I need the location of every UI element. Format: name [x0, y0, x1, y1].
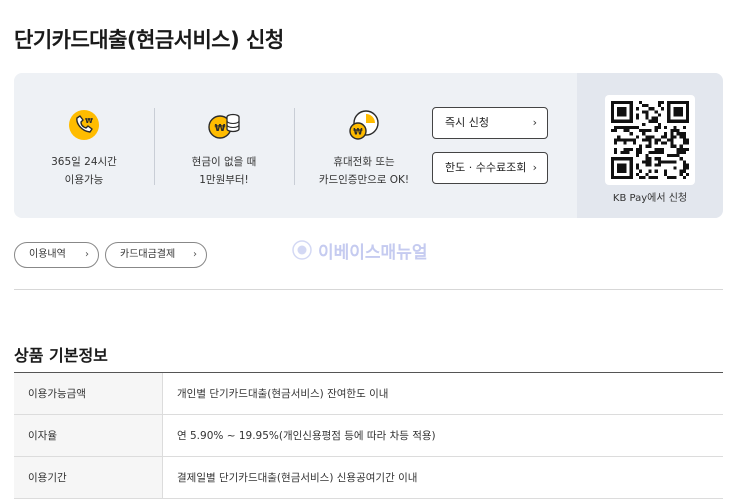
- row-label: 이자율: [14, 415, 163, 456]
- service-banner: ₩ 365일 24시간 이용가능 ₩ 현금이 없을 때 1만원부터! ₩ 휴대전…: [14, 73, 723, 218]
- feature-auth: ₩ 휴대전화 또는 카드인증만으로 OK!: [294, 73, 434, 218]
- product-info-table: 이용가능금액 개인별 단기카드대출(현금서비스) 잔여한도 이내 이자율 연 5…: [14, 372, 723, 499]
- qr-panel: KB Pay에서 신청: [577, 73, 723, 218]
- card-payment-link[interactable]: 카드대금결제 ›: [105, 242, 207, 268]
- chevron-right-icon: ›: [532, 116, 537, 129]
- table-row: 이자율 연 5.90% ~ 19.95%(개인신용평점 등에 따라 차등 적용): [14, 415, 723, 457]
- page-title: 단기카드대출(현금서비스) 신청: [14, 28, 284, 52]
- qr-code: [605, 95, 695, 185]
- svg-text:₩: ₩: [353, 128, 363, 138]
- row-value: 개인별 단기카드대출(현금서비스) 잔여한도 이내: [177, 388, 389, 400]
- watermark-logo-icon: [292, 240, 312, 260]
- feature-cash: ₩ 현금이 없을 때 1만원부터!: [154, 73, 294, 218]
- watermark: 이베이스매뉴얼: [292, 238, 427, 263]
- row-value: 연 5.90% ~ 19.95%(개인신용평점 등에 따라 차등 적용): [177, 430, 436, 442]
- clock-won-icon: ₩: [349, 110, 379, 140]
- limit-fee-inquiry-button[interactable]: 한도 · 수수료조회 ›: [432, 152, 548, 184]
- table-row: 이용기간 결제일별 단기카드대출(현금서비스) 신용공여기간 이내: [14, 457, 723, 499]
- usage-history-link[interactable]: 이용내역 ›: [14, 242, 99, 268]
- coins-won-icon: ₩: [208, 113, 240, 139]
- svg-text:₩: ₩: [85, 117, 93, 125]
- chevron-right-icon: ›: [193, 249, 197, 260]
- row-label: 이용가능금액: [14, 373, 163, 414]
- table-row: 이용가능금액 개인별 단기카드대출(현금서비스) 잔여한도 이내: [14, 373, 723, 415]
- section-divider: [14, 289, 723, 290]
- row-value: 결제일별 단기카드대출(현금서비스) 신용공여기간 이내: [177, 472, 418, 484]
- svg-text:₩: ₩: [214, 123, 225, 134]
- feature-24h: ₩ 365일 24시간 이용가능: [14, 73, 154, 218]
- section-title: 상품 기본정보: [14, 346, 108, 365]
- apply-now-button[interactable]: 즉시 신청 ›: [432, 107, 548, 139]
- phone-won-icon: ₩: [69, 110, 99, 140]
- chevron-right-icon: ›: [532, 161, 537, 174]
- qr-code-icon: [611, 101, 689, 179]
- chevron-right-icon: ›: [85, 249, 89, 260]
- row-label: 이용기간: [14, 457, 163, 498]
- qr-label: KB Pay에서 신청: [612, 193, 688, 204]
